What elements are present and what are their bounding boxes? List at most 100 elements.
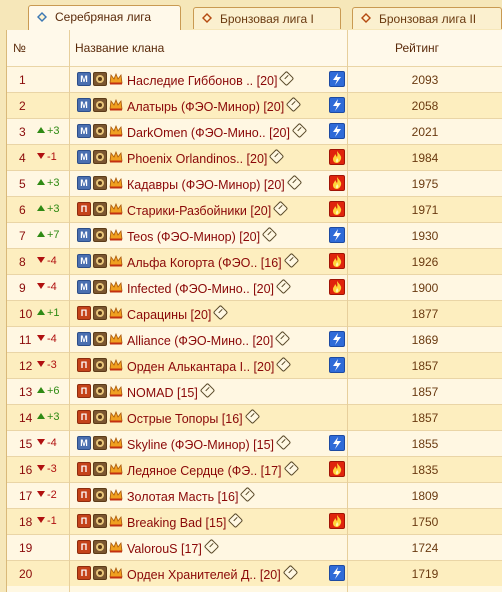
- info-icon[interactable]: [285, 96, 302, 113]
- clan-rank: 4: [19, 151, 26, 165]
- info-icon[interactable]: [275, 278, 292, 295]
- clan-name-link[interactable]: Алатырь (ФЭО-Минор) [20]: [127, 96, 302, 114]
- table-row[interactable]: 10 +1 П Сарацины [20] 1877: [7, 300, 502, 326]
- arrow-down-icon: [37, 361, 45, 367]
- clan-name-link[interactable]: Острые Топоры [16]: [127, 408, 260, 426]
- info-icon[interactable]: [291, 122, 308, 139]
- table-row[interactable]: 4 -1 M Phoenix Orlandinos.. [20] 1984: [7, 144, 502, 170]
- table-row[interactable]: 14 +3 П Острые Топоры [16] 1857: [7, 404, 502, 430]
- rank-change-value: +6: [47, 385, 60, 397]
- info-icon[interactable]: [240, 486, 256, 503]
- info-icon[interactable]: [276, 356, 292, 373]
- clan-rank-badge-icon: M: [77, 436, 91, 450]
- clan-name-link[interactable]: NOMAD [15]: [127, 382, 216, 400]
- clan-name-link[interactable]: DarkOmen (ФЭО-Мино.. [20]: [127, 122, 308, 140]
- table-row[interactable]: 6 +3 П Старики-Разбойники [20] 1971: [7, 196, 502, 222]
- table-row[interactable]: 8 -4 M Альфа Когорта (ФЭО.. [16] 1926: [7, 248, 502, 274]
- clan-rank: 10: [19, 307, 33, 321]
- clan-name-link[interactable]: Alliance (ФЭО-Мино.. [20]: [127, 330, 291, 348]
- table-row[interactable]: 16 -3 П Ледяное Сердце (ФЭ.. [17] 1835: [7, 456, 502, 482]
- col-header-clan-name: Название клана: [75, 41, 165, 55]
- info-icon[interactable]: [269, 148, 285, 165]
- info-icon[interactable]: [203, 538, 220, 555]
- info-icon[interactable]: [279, 70, 295, 87]
- rank-change: +1: [37, 307, 60, 319]
- clan-emblem-icon: [93, 228, 107, 242]
- clan-rank-badge-icon: M: [77, 280, 91, 294]
- rank-change-value: -4: [47, 437, 57, 449]
- clan-name-link[interactable]: Альфа Когорта (ФЭО.. [16]: [127, 252, 299, 270]
- table-row[interactable]: 7 +7 M Teos (ФЭО-Минор) [20] 1930: [7, 222, 502, 248]
- arrow-up-icon: [37, 413, 45, 419]
- info-icon[interactable]: [275, 330, 291, 347]
- clan-emblem-icon: [93, 254, 107, 268]
- table-row[interactable]: 15 -4 M Skyline (ФЭО-Минор) [15] 1855: [7, 430, 502, 456]
- info-icon[interactable]: [283, 460, 299, 477]
- info-icon[interactable]: [244, 408, 260, 425]
- table-row[interactable]: 17 -2 П Золотая Масть [16] 1809: [7, 482, 502, 508]
- info-icon[interactable]: [213, 304, 229, 321]
- clan-rating-value: 1835: [411, 463, 439, 477]
- clan-name-text: Алатырь (ФЭО-Минор) [20]: [127, 100, 285, 114]
- clan-name-link[interactable]: Infected (ФЭО-Мино.. [20]: [127, 278, 292, 296]
- arrow-down-icon: [37, 517, 45, 523]
- clan-name-link[interactable]: Орден Хранителей Д.. [20]: [127, 564, 298, 582]
- clan-name-link[interactable]: Наследие Гиббонов .. [20]: [127, 70, 295, 88]
- clan-name-link[interactable]: ValorouS [17]: [127, 538, 220, 556]
- clan-name-link[interactable]: Кадавры (ФЭО-Минор) [20]: [127, 174, 303, 192]
- clan-name-link[interactable]: Teos (ФЭО-Минор) [20]: [127, 226, 278, 244]
- clan-rating-value: 1750: [411, 515, 439, 529]
- clan-name-link[interactable]: Breaking Bad [15]: [127, 512, 244, 530]
- clan-rank-badge-icon: M: [77, 72, 91, 86]
- clan-name-link[interactable]: Старики-Разбойники [20]: [127, 200, 289, 218]
- tab-label: Серебряная лига: [55, 10, 152, 24]
- arrow-down-icon: [37, 491, 45, 497]
- clan-rating-value: 1809: [411, 489, 439, 503]
- info-icon[interactable]: [282, 564, 298, 581]
- table-row[interactable]: 12 -3 П Орден Алькантара I.. [20] 1857: [7, 352, 502, 378]
- tab-silver-league[interactable]: Серебряная лига: [28, 5, 181, 30]
- clan-name-link[interactable]: Золотая Масть [16]: [127, 486, 256, 504]
- table-row[interactable]: 5 +3 M Кадавры (ФЭО-Минор) [20] 1975: [7, 170, 502, 196]
- rank-change: -1: [37, 151, 57, 163]
- table-row[interactable]: 20 П Орден Хранителей Д.. [20] 1719: [7, 560, 502, 586]
- table-row[interactable]: 3 +3 M DarkOmen (ФЭО-Мино.. [20] 2021: [7, 118, 502, 144]
- clan-rank: 6: [19, 203, 26, 217]
- info-icon[interactable]: [272, 200, 289, 217]
- table-header: № Название клана Рейтинг: [7, 30, 502, 68]
- table-row[interactable]: 18 -1 П Breaking Bad [15] 1750: [7, 508, 502, 534]
- info-icon[interactable]: [228, 512, 244, 529]
- rank-change-value: -3: [47, 359, 57, 371]
- info-icon[interactable]: [283, 252, 299, 269]
- clan-rating-value: 1930: [411, 229, 439, 243]
- table-row[interactable]: 1 M Наследие Гиббонов .. [20] 2093: [7, 66, 502, 92]
- clan-name-link[interactable]: Орден Алькантара I.. [20]: [127, 356, 292, 374]
- clan-name-text: Infected (ФЭО-Мино.. [20]: [127, 282, 275, 296]
- table-row[interactable]: 2 M Алатырь (ФЭО-Минор) [20] 2058: [7, 92, 502, 118]
- clan-name-text: Золотая Масть [16]: [127, 490, 239, 504]
- info-icon[interactable]: [261, 226, 278, 243]
- clan-name-text: Острые Топоры [16]: [127, 412, 243, 426]
- clan-rank-badge-icon: M: [77, 332, 91, 346]
- clan-name-link[interactable]: Skyline (ФЭО-Минор) [15]: [127, 434, 292, 452]
- clan-name-text: Кадавры (ФЭО-Минор) [20]: [127, 178, 285, 192]
- league-tabs: Серебряная лига Бронзовая лига I Бронзов…: [0, 0, 502, 30]
- clan-name-link[interactable]: Ледяное Сердце (ФЭ.. [17]: [127, 460, 299, 478]
- table-row[interactable]: 19 П ValorouS [17] 1724: [7, 534, 502, 560]
- clan-name-link[interactable]: Phoenix Orlandinos.. [20]: [127, 148, 285, 166]
- table-row[interactable]: 11 -4 M Alliance (ФЭО-Мино.. [20] 1869: [7, 326, 502, 352]
- tab-bronze-league-2[interactable]: Бронзовая лига II: [352, 7, 502, 29]
- info-icon[interactable]: [286, 174, 303, 191]
- table-row[interactable]: 13 +6 П NOMAD [15] 1857: [7, 378, 502, 404]
- clan-rank: 5: [19, 177, 26, 191]
- clan-name-link[interactable]: Сарацины [20]: [127, 304, 229, 322]
- info-icon[interactable]: [275, 434, 292, 451]
- rank-change: +3: [37, 125, 60, 137]
- crown-icon: [109, 306, 123, 321]
- crown-icon: [109, 150, 123, 165]
- info-icon[interactable]: [199, 382, 216, 399]
- clan-rank-badge-icon: П: [77, 488, 91, 502]
- rank-change: -3: [37, 463, 57, 475]
- tab-bronze-league-1[interactable]: Бронзовая лига I: [193, 7, 341, 29]
- table-row[interactable]: 9 -4 M Infected (ФЭО-Мино.. [20] 1900: [7, 274, 502, 300]
